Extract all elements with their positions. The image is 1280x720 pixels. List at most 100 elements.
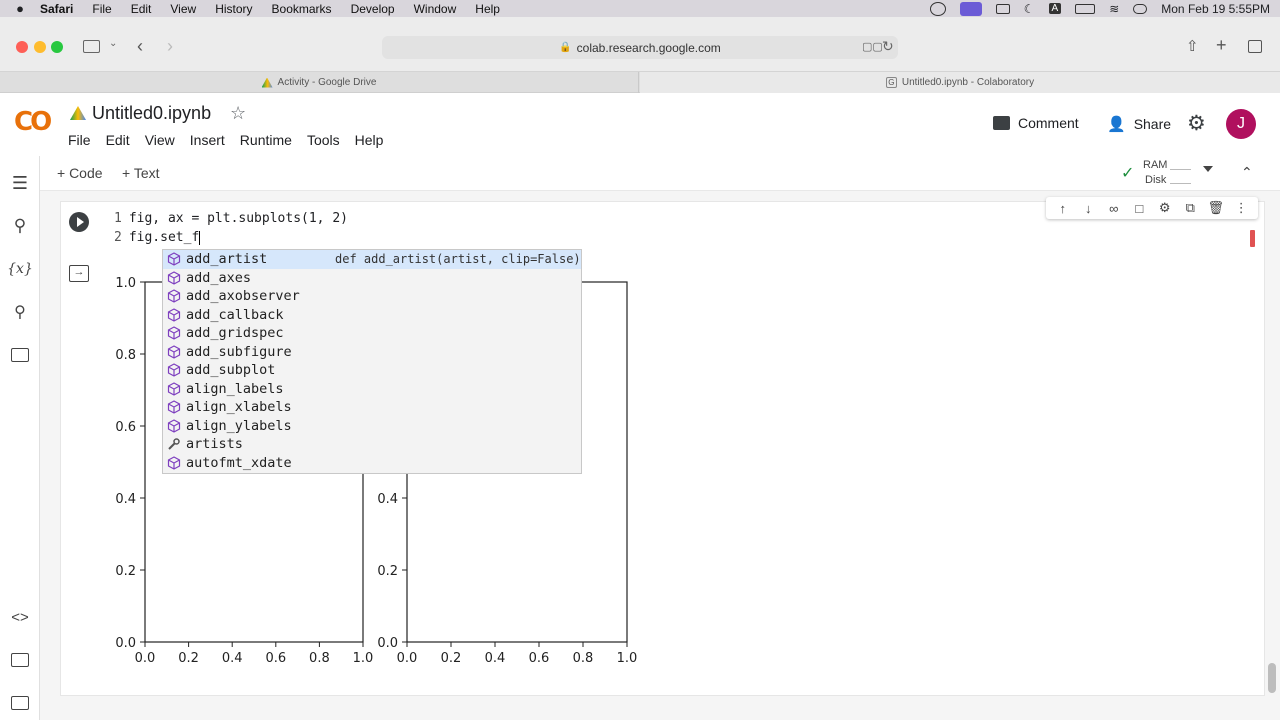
- run-cell-button[interactable]: [69, 212, 89, 232]
- stage-manager-icon[interactable]: [959, 1, 982, 16]
- autocomplete-item[interactable]: align_labels: [163, 380, 581, 399]
- move-up-icon[interactable]: ↑: [1055, 200, 1071, 216]
- tab-overview-icon[interactable]: [1248, 40, 1262, 53]
- sidebar-chevron-down-icon[interactable]: ⌄: [109, 38, 117, 49]
- new-tab-icon[interactable]: +: [1216, 35, 1227, 56]
- minimize-window-button[interactable]: [34, 41, 46, 53]
- avatar[interactable]: J: [1226, 109, 1256, 139]
- add-text-button[interactable]: + Text: [122, 165, 160, 181]
- autocomplete-item[interactable]: artists: [163, 435, 581, 454]
- cell-actions-toolbar: ↑ ↓ ∞ □ ⚙ ⧉ 🗑 ⋮: [1046, 197, 1258, 219]
- collapse-header-chevron-icon[interactable]: ⌃: [1241, 164, 1253, 181]
- back-icon[interactable]: ‹: [137, 36, 143, 57]
- disk-label[interactable]: Disk: [1145, 174, 1166, 186]
- keyboard-icon[interactable]: [995, 3, 1010, 14]
- autocomplete-item[interactable]: add_artist def add_artist(artist, clip=Fa…: [163, 250, 581, 269]
- autocomplete-item[interactable]: add_axes: [163, 269, 581, 288]
- forward-icon[interactable]: ›: [167, 36, 173, 57]
- comment-icon: [993, 116, 1010, 130]
- comment-button[interactable]: Comment: [993, 115, 1079, 131]
- secrets-key-icon[interactable]: ⚲: [9, 301, 31, 323]
- autocomplete-item[interactable]: add_subplot: [163, 361, 581, 380]
- menu-help[interactable]: Help: [475, 2, 500, 16]
- ram-label[interactable]: RAM: [1143, 159, 1167, 171]
- translate-icon[interactable]: ▢▢: [862, 40, 883, 53]
- control-center-icon[interactable]: [1133, 3, 1148, 14]
- safari-tab-strip: Activity - Google Drive G Untitled0.ipyn…: [0, 72, 1280, 93]
- colab-menu-file[interactable]: File: [68, 132, 91, 148]
- mirror-cell-icon[interactable]: ⧉: [1182, 200, 1198, 216]
- menu-view[interactable]: View: [170, 2, 196, 16]
- colab-logo[interactable]: CO: [14, 107, 52, 137]
- address-bar[interactable]: 🔒 colab.research.google.com: [382, 36, 898, 59]
- scrollbar-thumb[interactable]: [1268, 663, 1276, 693]
- ram-usage-bar: [1170, 161, 1191, 170]
- output-actions-icon[interactable]: →: [69, 265, 89, 282]
- battery-icon[interactable]: [1075, 3, 1096, 14]
- comment-cell-icon[interactable]: □: [1131, 200, 1147, 216]
- code-line[interactable]: 2 fig.set_f: [114, 230, 201, 245]
- input-source-icon[interactable]: A: [1048, 3, 1062, 14]
- menu-file[interactable]: File: [92, 2, 111, 16]
- delete-icon[interactable]: 🗑: [1208, 200, 1225, 216]
- star-icon[interactable]: ☆: [230, 103, 246, 124]
- do-not-disturb-icon[interactable]: ☾: [1024, 2, 1035, 16]
- wifi-icon[interactable]: ≋: [1109, 2, 1119, 16]
- autocomplete-item[interactable]: add_gridspec: [163, 324, 581, 343]
- files-folder-icon[interactable]: [9, 344, 31, 366]
- code-snippets-icon[interactable]: <>: [9, 606, 31, 628]
- autocomplete-item-label: add_gridspec: [186, 325, 284, 342]
- add-code-button[interactable]: + Code: [57, 165, 103, 181]
- menubar-clock[interactable]: Mon Feb 19 5:55PM: [1161, 2, 1270, 16]
- colab-menu-tools[interactable]: Tools: [307, 132, 340, 148]
- y-tick-label: 0.6: [115, 420, 136, 435]
- colab-menu-runtime[interactable]: Runtime: [240, 132, 292, 148]
- y-tick-label: 0.0: [115, 636, 136, 651]
- menu-window[interactable]: Window: [414, 2, 457, 16]
- colab-menu-edit[interactable]: Edit: [106, 132, 130, 148]
- x-tick-label: 0.6: [265, 651, 286, 666]
- close-window-button[interactable]: [16, 41, 28, 53]
- colab-menu-help[interactable]: Help: [355, 132, 384, 148]
- search-icon[interactable]: ⚲: [9, 215, 31, 237]
- notebook-title[interactable]: Untitled0.ipynb: [92, 103, 211, 124]
- tab-colaboratory[interactable]: G Untitled0.ipynb - Colaboratory: [640, 72, 1280, 93]
- settings-gear-icon[interactable]: ⚙: [1187, 111, 1206, 136]
- table-of-contents-icon[interactable]: ☰: [9, 172, 31, 194]
- menu-safari[interactable]: Safari: [40, 2, 73, 16]
- menu-develop[interactable]: Develop: [351, 2, 395, 16]
- colab-menu-view[interactable]: View: [145, 132, 175, 148]
- y-tick-label: 0.8: [115, 348, 136, 363]
- google-drive-icon[interactable]: [70, 106, 86, 120]
- macos-menubar: ● Safari File Edit View History Bookmark…: [0, 0, 1280, 17]
- apple-menu-icon[interactable]: ●: [0, 1, 40, 16]
- autocomplete-item[interactable]: add_subfigure: [163, 343, 581, 362]
- autocomplete-item[interactable]: add_callback: [163, 306, 581, 325]
- more-options-icon[interactable]: ⋮: [1233, 200, 1249, 216]
- command-palette-icon[interactable]: [9, 649, 31, 671]
- autocomplete-item[interactable]: align_xlabels: [163, 398, 581, 417]
- screen-share-icon[interactable]: [929, 1, 946, 16]
- autocomplete-item[interactable]: align_ylabels: [163, 417, 581, 436]
- share-button[interactable]: 👤 Share: [1107, 115, 1171, 133]
- x-tick-label: 0.4: [485, 651, 506, 666]
- variables-icon[interactable]: {x}: [7, 258, 33, 280]
- terminal-icon[interactable]: [9, 692, 31, 714]
- sidebar-toggle-icon[interactable]: [83, 40, 100, 53]
- reload-icon[interactable]: ↻: [882, 38, 894, 55]
- x-tick-label: 0.0: [397, 651, 418, 666]
- menu-bookmarks[interactable]: Bookmarks: [272, 2, 332, 16]
- autocomplete-item[interactable]: autofmt_xdate: [163, 454, 581, 473]
- share-icon[interactable]: ⇧: [1186, 37, 1199, 55]
- cell-settings-gear-icon[interactable]: ⚙: [1157, 200, 1173, 216]
- link-icon[interactable]: ∞: [1106, 200, 1122, 216]
- code-line[interactable]: 1 fig, ax = plt.subplots(1, 2): [114, 211, 348, 226]
- menu-history[interactable]: History: [215, 2, 252, 16]
- move-down-icon[interactable]: ↓: [1080, 200, 1096, 216]
- zoom-window-button[interactable]: [51, 41, 63, 53]
- resources-dropdown-icon[interactable]: [1203, 166, 1213, 172]
- menu-edit[interactable]: Edit: [131, 2, 152, 16]
- colab-menu-insert[interactable]: Insert: [190, 132, 225, 148]
- autocomplete-item[interactable]: add_axobserver: [163, 287, 581, 306]
- tab-google-drive[interactable]: Activity - Google Drive: [0, 72, 639, 93]
